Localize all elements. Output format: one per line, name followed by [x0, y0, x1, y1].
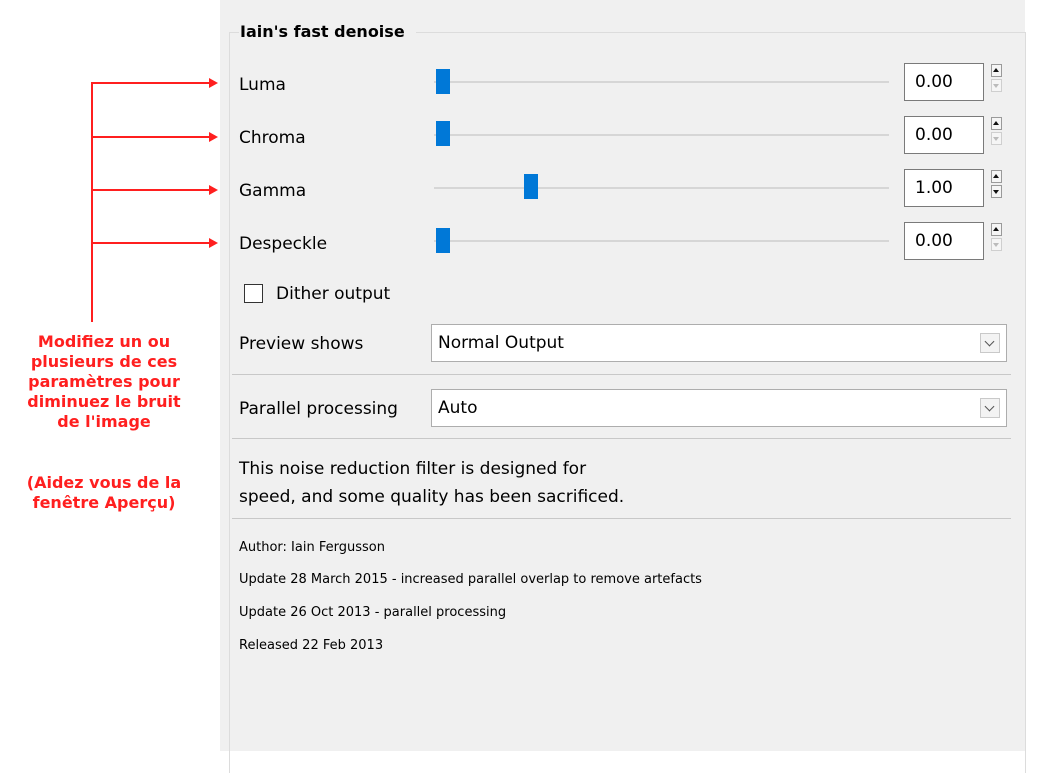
preview-shows-value: Normal Output — [438, 333, 564, 353]
separator — [232, 438, 1011, 439]
annotation-vertical-line — [91, 82, 93, 322]
despeckle-value-input[interactable]: 0.00 — [904, 222, 984, 260]
update-line: Update 26 Oct 2013 - parallel processing — [239, 605, 507, 620]
annotation-note: Modifiez un ou plusieurs de ces paramètr… — [27, 332, 181, 431]
parallel-processing-select[interactable]: Auto — [431, 389, 1007, 427]
arrow-head-icon — [209, 185, 218, 195]
luma-spinner — [991, 64, 1003, 94]
chevron-down-icon[interactable] — [980, 398, 1000, 418]
chroma-value-input[interactable]: 0.00 — [904, 116, 984, 154]
spin-down-icon[interactable] — [991, 238, 1002, 251]
annotation-arrow-gamma — [91, 189, 211, 191]
chroma-label: Chroma — [239, 128, 306, 148]
chevron-down-icon[interactable] — [980, 333, 1000, 353]
chroma-slider-track[interactable] — [434, 134, 889, 136]
chroma-slider-thumb[interactable] — [436, 121, 450, 146]
filter-description: This noise reduction filter is designed … — [239, 459, 625, 507]
separator — [232, 374, 1011, 375]
arrow-head-icon — [209, 78, 218, 88]
despeckle-spinner — [991, 223, 1003, 253]
parallel-processing-value: Auto — [438, 398, 478, 418]
spin-down-icon[interactable] — [991, 79, 1002, 92]
dither-output-label: Dither output — [276, 284, 391, 304]
separator — [232, 518, 1011, 519]
gamma-spinner — [991, 170, 1003, 200]
released-line: Released 22 Feb 2013 — [239, 638, 384, 653]
despeckle-slider-track[interactable] — [434, 240, 889, 242]
spin-down-icon[interactable] — [991, 132, 1002, 145]
annotation-arrow-despeckle — [91, 242, 211, 244]
chroma-spinner — [991, 117, 1003, 147]
author-line: Author: Iain Fergusson — [239, 540, 385, 555]
gamma-slider-thumb[interactable] — [524, 174, 538, 199]
update-line: Update 28 March 2015 - increased paralle… — [239, 572, 702, 587]
spin-down-icon[interactable] — [991, 185, 1002, 198]
despeckle-slider-thumb[interactable] — [436, 228, 450, 253]
luma-label: Luma — [239, 75, 286, 95]
dither-output-checkbox[interactable] — [244, 284, 263, 303]
spin-up-icon[interactable] — [991, 64, 1002, 77]
gamma-slider-track[interactable] — [434, 187, 889, 189]
arrow-head-icon — [209, 238, 218, 248]
preview-shows-label: Preview shows — [239, 334, 364, 354]
luma-value-input[interactable]: 0.00 — [904, 63, 984, 101]
group-title: Iain's fast denoise — [239, 21, 416, 43]
spin-up-icon[interactable] — [991, 223, 1002, 236]
preview-shows-select[interactable]: Normal Output — [431, 324, 1007, 362]
spin-up-icon[interactable] — [991, 170, 1002, 183]
gamma-label: Gamma — [239, 181, 307, 201]
arrow-head-icon — [209, 132, 218, 142]
annotation-arrow-chroma — [91, 136, 211, 138]
spin-up-icon[interactable] — [991, 117, 1002, 130]
luma-slider-thumb[interactable] — [436, 69, 450, 94]
annotation-note-secondary: (Aidez vous de la fenêtre Aperçu) — [26, 473, 182, 512]
annotation-arrow-luma — [91, 82, 211, 84]
despeckle-label: Despeckle — [239, 234, 328, 254]
luma-slider-track[interactable] — [434, 81, 889, 83]
gamma-value-input[interactable]: 1.00 — [904, 169, 984, 207]
parallel-processing-label: Parallel processing — [239, 399, 398, 419]
